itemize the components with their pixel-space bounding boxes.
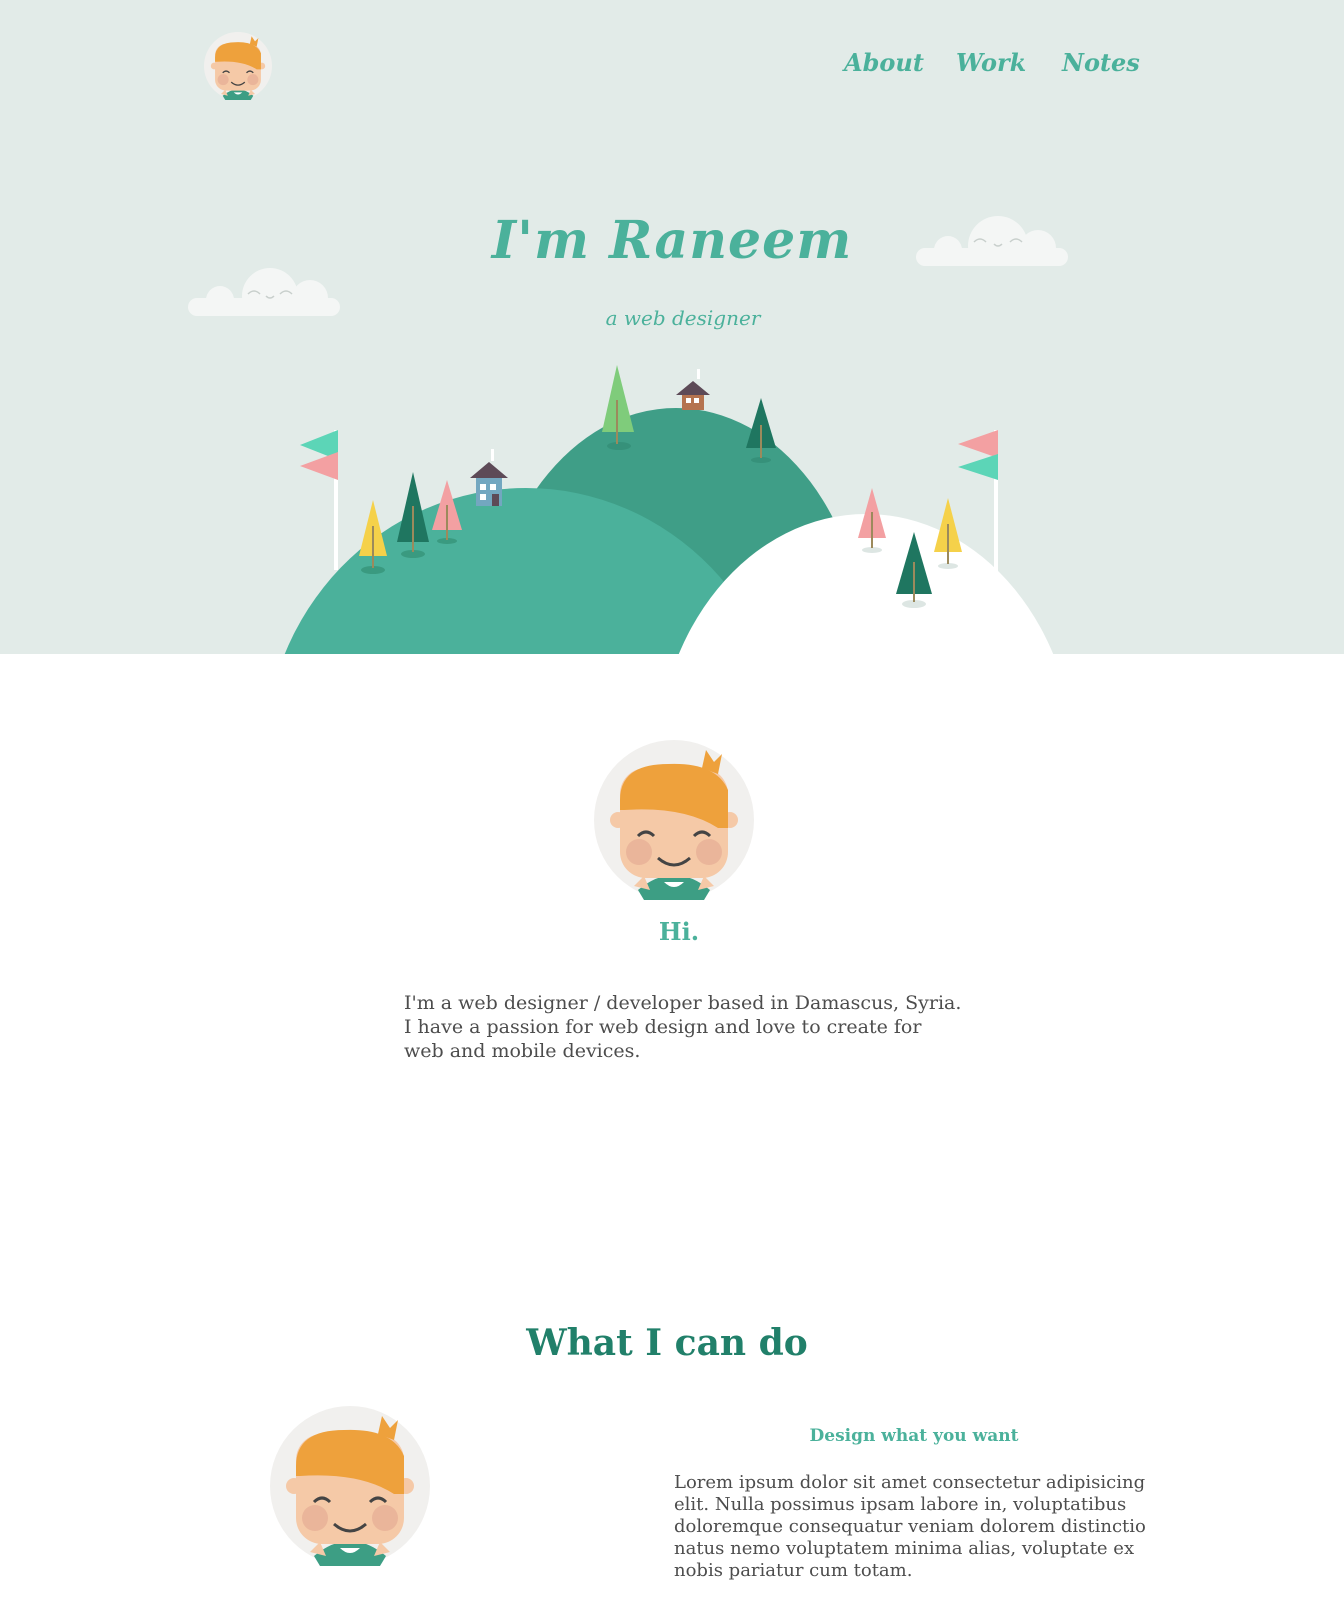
nav-about-link[interactable]: About [844, 48, 924, 77]
cloud-icon [916, 216, 1068, 266]
skill-text: Lorem ipsum dolor sit amet consectetur a… [674, 1472, 1146, 1581]
hero-section: About Work Notes I'm Raneem a web design… [0, 0, 1344, 655]
main-nav: About Work Notes [0, 48, 1344, 88]
hills-scene-illustration [0, 365, 1344, 655]
avatar-icon [594, 740, 754, 900]
nav-notes-link[interactable]: Notes [1062, 48, 1140, 77]
about-text: I'm a web designer / developer based in … [404, 992, 962, 1062]
avatar-icon [270, 1406, 430, 1566]
cloud-icon [188, 268, 340, 316]
nav-work-link[interactable]: Work [956, 48, 1026, 77]
hero-title: I'm Raneem [491, 210, 853, 271]
skill-heading: Design what you want [809, 1426, 1019, 1446]
about-heading: Hi. [658, 917, 700, 946]
skills-title: What I can do [526, 1322, 808, 1364]
